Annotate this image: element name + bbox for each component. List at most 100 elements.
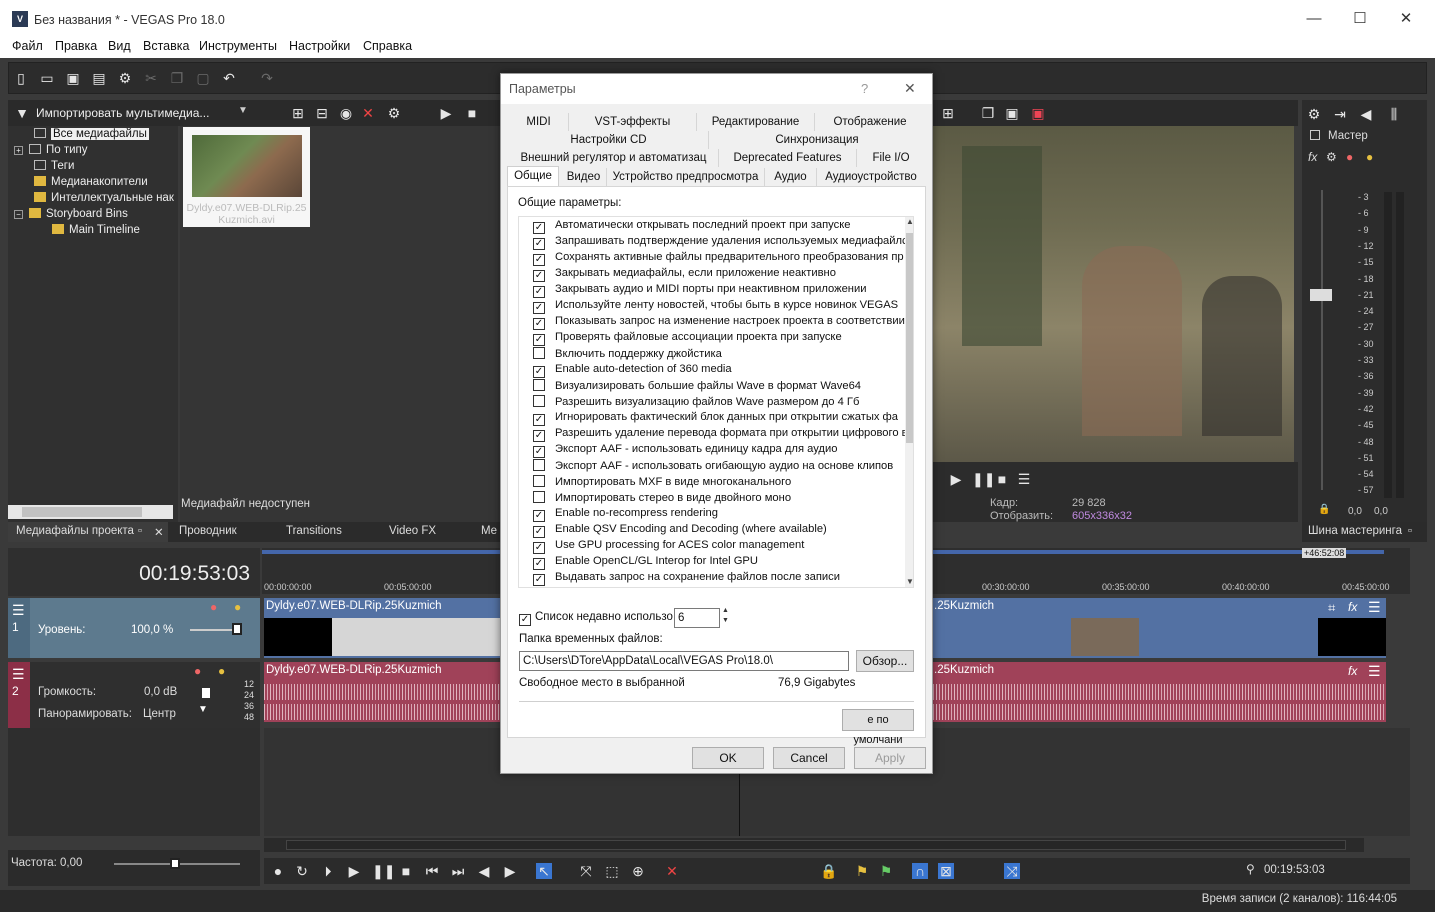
track-menu-icon[interactable]: ☰ xyxy=(12,602,25,619)
preview-grid-icon[interactable]: ⊞ xyxy=(940,105,956,121)
media-tool2-icon[interactable]: ⊟ xyxy=(314,105,330,121)
option-row[interactable]: ✓ Автоматически открывать последний проек… xyxy=(533,219,850,235)
checkbox-unchecked[interactable] xyxy=(533,475,545,487)
checkbox-checked[interactable]: ✓ xyxy=(533,270,545,282)
go-to-end-icon[interactable]: ⏭ xyxy=(450,863,466,879)
menu-edit[interactable]: Правка xyxy=(55,39,97,53)
tree-horizontal-scrollbar[interactable] xyxy=(8,505,173,519)
menu-help[interactable]: Справка xyxy=(363,39,412,53)
envelope-tool-icon[interactable]: ⤧ xyxy=(578,863,594,879)
temp-folder-field[interactable]: C:\Users\DTore\AppData\Local\VEGAS Pro\1… xyxy=(519,651,849,671)
lock-icon[interactable]: 🔒 xyxy=(820,863,837,879)
properties-gear-icon[interactable]: ⚙ xyxy=(117,70,133,86)
option-row[interactable]: Визуализировать большие файлы Wave в фор… xyxy=(533,379,861,395)
normal-edit-tool-icon[interactable]: ↖ xyxy=(536,863,552,879)
pan-slider-handle[interactable]: ▼ xyxy=(198,704,208,715)
preview-menu-icon[interactable]: ☰ xyxy=(1016,471,1032,487)
master-eq-icon[interactable]: ⫼ xyxy=(1386,106,1402,122)
preview-pause-icon[interactable]: ❚❚ xyxy=(972,471,995,487)
menu-settings[interactable]: Настройки xyxy=(289,39,350,53)
delete-icon[interactable]: ✕ xyxy=(664,863,680,879)
ok-button[interactable]: OK xyxy=(692,747,764,769)
option-row[interactable]: ✓ Используйте ленту новостей, чтобы быть … xyxy=(533,299,898,315)
tab-transitions[interactable]: Transitions xyxy=(286,525,342,537)
save-snapshot-icon[interactable]: ▣ xyxy=(1004,105,1020,121)
tree-item-smart-bins[interactable]: Интеллектуальные нак xyxy=(34,192,174,208)
event-pan-crop-icon[interactable]: ⌗ xyxy=(1328,600,1335,616)
cancel-button[interactable]: Cancel xyxy=(773,747,845,769)
level-slider-handle[interactable] xyxy=(232,623,242,635)
option-row[interactable]: ✓ Use GPU processing for ACES color manag… xyxy=(533,539,804,555)
save-as-icon[interactable]: ▤ xyxy=(91,70,107,86)
checkbox-checked[interactable]: ✓ xyxy=(533,286,545,298)
master-mix-icon[interactable]: ⇥ xyxy=(1332,106,1348,122)
master-gear-icon[interactable]: ⚙ xyxy=(1306,106,1322,122)
checkbox-checked[interactable]: ✓ xyxy=(533,430,545,442)
event-fx-icon[interactable]: fx xyxy=(1348,600,1357,614)
pause-icon[interactable]: ❚❚ xyxy=(372,863,395,879)
tab-display[interactable]: Отображение xyxy=(815,113,925,131)
rate-slider-handle[interactable] xyxy=(170,858,180,869)
maximize-button[interactable]: ☐ xyxy=(1337,6,1383,32)
master-settings-icon[interactable]: ⚙ xyxy=(1326,150,1337,164)
checkbox-checked[interactable]: ✓ xyxy=(533,446,545,458)
play-media-icon[interactable]: ▶ xyxy=(438,105,454,121)
option-row[interactable]: ✓ Игнорировать фактический блок данных пр… xyxy=(533,411,898,427)
stop-media-icon[interactable]: ■ xyxy=(464,105,480,121)
tab-preview-device[interactable]: Устройство предпросмотра xyxy=(607,168,765,186)
recent-files-option[interactable]: ✓ Список недавно использо xyxy=(519,611,673,626)
scroll-down-icon[interactable]: ▼ xyxy=(906,577,913,586)
option-row[interactable]: Включить поддержку джойстика xyxy=(533,347,722,363)
tab-explorer[interactable]: Проводник xyxy=(179,525,237,537)
mute-icon[interactable]: ● xyxy=(194,664,201,678)
tree-item-all-media[interactable]: Все медиафайлы xyxy=(34,128,149,144)
restore-defaults-button[interactable]: е по умолчани xyxy=(842,709,914,746)
tree-item-tags[interactable]: Теги xyxy=(34,160,74,176)
undo-icon[interactable]: ↶ xyxy=(221,70,237,86)
timeline-h-scrollbar[interactable] xyxy=(264,838,1364,852)
option-row[interactable]: ✓ Enable auto-detection of 360 media xyxy=(533,363,732,379)
zoom-tool-icon[interactable]: ⊕ xyxy=(630,863,646,879)
tab-deprecated-features[interactable]: Deprecated Features xyxy=(719,149,857,167)
checkbox-checked[interactable]: ✓ xyxy=(533,254,545,266)
tab-vst-effects[interactable]: VST-эффекты xyxy=(569,113,697,131)
event-menu-icon[interactable]: ☰ xyxy=(1368,599,1381,616)
option-row[interactable]: Импортировать стерео в виде двойного мон… xyxy=(533,491,791,507)
checkbox-checked[interactable]: ✓ xyxy=(533,222,545,234)
selection-tool-icon[interactable]: ⬚ xyxy=(604,863,620,879)
recent-files-checkbox[interactable]: ✓ xyxy=(519,614,531,626)
preview-stop-icon[interactable]: ■ xyxy=(994,471,1010,487)
copy-snapshot-icon[interactable]: ❐ xyxy=(980,105,996,121)
tab-editing[interactable]: Редактирование xyxy=(697,113,815,131)
tab-dock-icon[interactable]: ▫ xyxy=(138,525,142,537)
master-solo-icon[interactable]: ● xyxy=(1366,150,1373,164)
mute-icon[interactable]: ● xyxy=(210,600,217,614)
tab-master-bus[interactable]: Шина мастеринга xyxy=(1308,525,1402,537)
scrollbar-thumb[interactable] xyxy=(286,840,1346,850)
open-icon[interactable]: ▭ xyxy=(39,70,55,86)
tab-audio-device[interactable]: Аудиоустройство xyxy=(817,168,925,186)
go-to-start-icon[interactable]: ⏮ xyxy=(424,863,440,879)
import-dropdown-icon[interactable]: ▼ xyxy=(238,105,248,116)
option-row[interactable]: ✓ Выдавать запрос на сохранение файлов по… xyxy=(533,571,840,587)
option-row[interactable]: ✓ Проверять файловые ассоциации проекта п… xyxy=(533,331,842,347)
checkbox-checked[interactable]: ✓ xyxy=(533,574,545,586)
media-fx-icon[interactable]: ◉ xyxy=(338,105,354,121)
checkbox-checked[interactable]: ✓ xyxy=(533,318,545,330)
checkbox-unchecked[interactable] xyxy=(533,379,545,391)
checkbox-checked[interactable]: ✓ xyxy=(533,366,545,378)
master-speaker-icon[interactable]: ◀ xyxy=(1358,106,1374,122)
tree-item-by-type[interactable]: + По типу xyxy=(14,144,88,160)
scrollbar-thumb[interactable] xyxy=(906,233,913,443)
track-menu-icon[interactable]: ☰ xyxy=(12,666,25,683)
apply-button[interactable]: Apply xyxy=(854,747,926,769)
minimize-button[interactable]: — xyxy=(1291,6,1337,32)
menu-view[interactable]: Вид xyxy=(108,39,131,53)
option-row[interactable]: Разрешить визуализацию файлов Wave разме… xyxy=(533,395,859,411)
tab-media-generators[interactable]: Me xyxy=(481,525,497,537)
stop-icon[interactable]: ■ xyxy=(398,863,414,879)
master-fx-icon[interactable]: fx xyxy=(1308,150,1317,164)
option-row[interactable]: ✓ Сохранять активные файлы предварительно… xyxy=(533,251,904,267)
tab-video-fx[interactable]: Video FX xyxy=(389,525,436,537)
solo-icon[interactable]: ● xyxy=(234,600,241,614)
